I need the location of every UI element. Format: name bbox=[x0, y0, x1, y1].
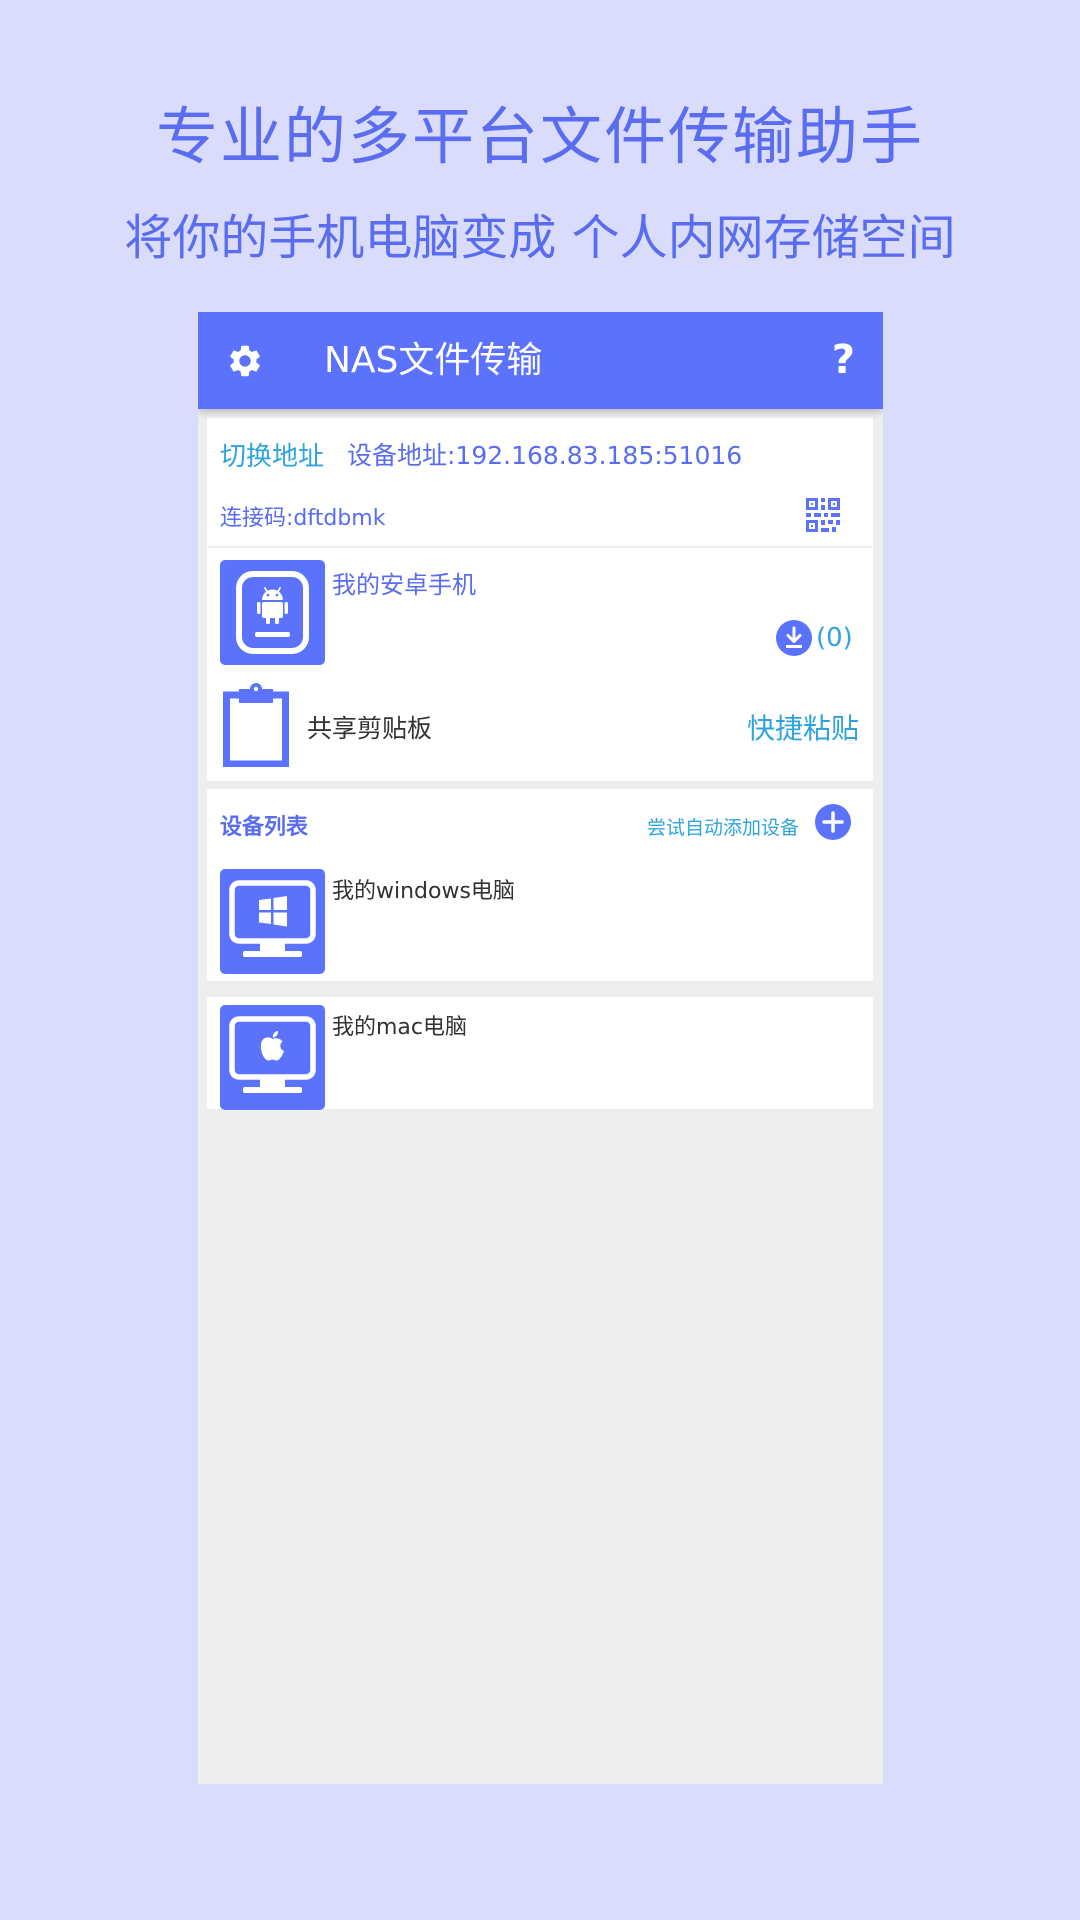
divider bbox=[207, 546, 873, 548]
app-title: NAS文件传输 bbox=[324, 340, 543, 381]
android-phone-icon[interactable] bbox=[220, 560, 325, 665]
add-device-icon[interactable] bbox=[815, 804, 851, 840]
app-bar: NAS文件传输 ? bbox=[198, 312, 883, 409]
device-mac-card: 我的mac电脑 bbox=[207, 997, 873, 1110]
mac-monitor-icon[interactable] bbox=[220, 1005, 325, 1110]
download-count: (0) bbox=[816, 623, 853, 653]
phone-screen: NAS文件传输 ? 切换地址 设备地址:192.168.83.185:51016… bbox=[198, 312, 883, 1784]
device-list-title: 设备列表 bbox=[220, 815, 309, 840]
help-button[interactable]: ? bbox=[832, 312, 855, 409]
device-name-mac: 我的mac电脑 bbox=[332, 1015, 468, 1040]
windows-monitor-icon[interactable] bbox=[220, 869, 325, 974]
shared-clipboard-label: 共享剪贴板 bbox=[307, 714, 433, 743]
clipboard-card: 共享剪贴板 快捷粘贴 bbox=[207, 669, 873, 781]
device-list-card: 设备列表 尝试自动添加设备 我的windows电脑 bbox=[207, 789, 873, 981]
download-status[interactable]: (0) bbox=[776, 620, 853, 656]
auto-add-device-button[interactable]: 尝试自动添加设备 bbox=[647, 813, 799, 840]
local-device-name: 我的安卓手机 bbox=[332, 571, 476, 599]
address-card: 切换地址 设备地址:192.168.83.185:51016 连接码:dftdb… bbox=[207, 418, 873, 671]
quick-paste-button[interactable]: 快捷粘贴 bbox=[747, 707, 859, 747]
promo-title: 专业的多平台文件传输助手 bbox=[155, 100, 924, 173]
switch-address-button[interactable]: 切换地址 bbox=[220, 436, 324, 473]
gear-icon[interactable] bbox=[226, 342, 264, 380]
download-icon[interactable] bbox=[776, 620, 812, 656]
clipboard-icon bbox=[223, 683, 289, 767]
promo-subtitle: 将你的手机电脑变成 个人内网存储空间 bbox=[124, 210, 956, 266]
connect-code: 连接码:dftdbmk bbox=[220, 506, 386, 531]
device-address: 设备地址:192.168.83.185:51016 bbox=[347, 441, 743, 470]
qr-code-icon[interactable] bbox=[806, 498, 840, 532]
device-name-windows: 我的windows电脑 bbox=[332, 879, 515, 904]
